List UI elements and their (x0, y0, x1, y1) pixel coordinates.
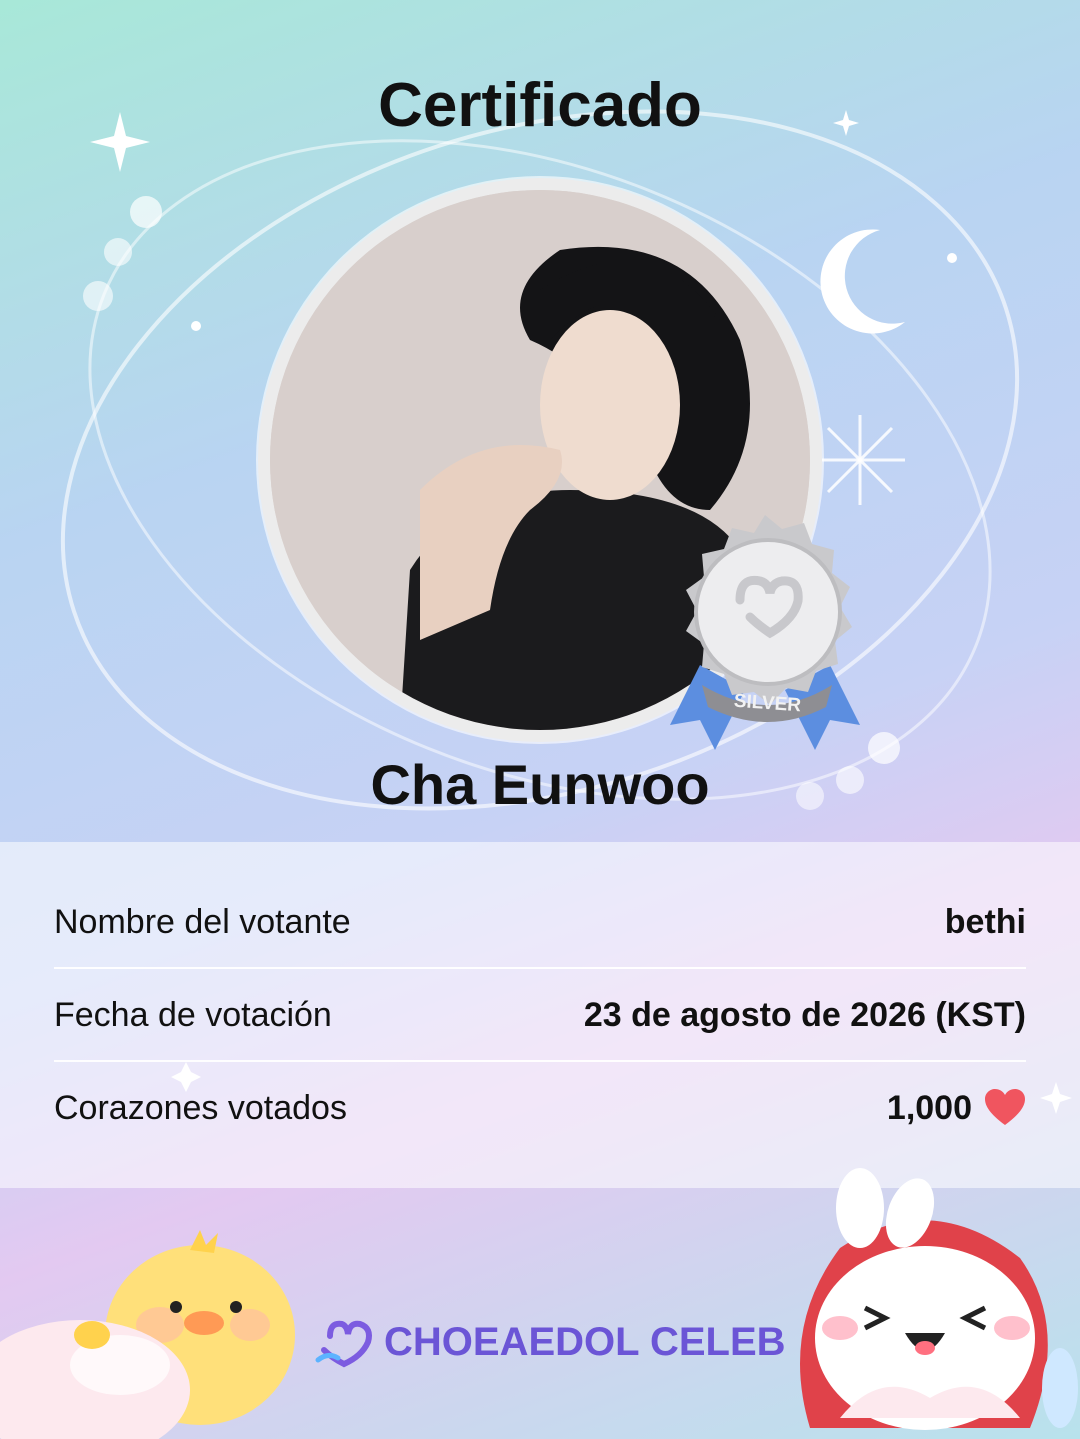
certificate-title: Certificado (378, 71, 702, 140)
info-row-voter: Nombre del votante bethi (54, 876, 1026, 968)
moon-icon (820, 229, 905, 334)
info-row-hearts: Corazones votados 1,000 (54, 1062, 1026, 1154)
snowflake-icon (815, 415, 905, 505)
info-panel: Nombre del votante bethi Fecha de votaci… (0, 842, 1080, 1188)
info-value: 23 de agosto de 2026 (KST) (583, 995, 1026, 1034)
celeb-name: Cha Eunwoo (370, 753, 710, 816)
info-label: Fecha de votación (54, 995, 332, 1034)
brand-heart-icon (315, 1320, 372, 1368)
info-label: Nombre del votante (54, 902, 351, 941)
hearts-value-group: 1,000 (887, 1089, 1026, 1128)
brand-name: CHOEAEDOL CELEB (384, 1319, 786, 1364)
heart-icon (985, 1089, 1025, 1125)
bunny-mascot-icon (800, 1168, 1078, 1430)
info-label: Corazones votados (54, 1088, 347, 1127)
info-value: bethi (944, 902, 1026, 941)
info-row-date: Fecha de votación 23 de agosto de 2026 (… (54, 969, 1026, 1061)
info-value: 1,000 (886, 1088, 972, 1127)
brand-logo: CHOEAEDOL CELEB (314, 1312, 786, 1372)
duck-mascot-icon (0, 1230, 295, 1439)
silver-badge: SILVER (670, 515, 860, 750)
